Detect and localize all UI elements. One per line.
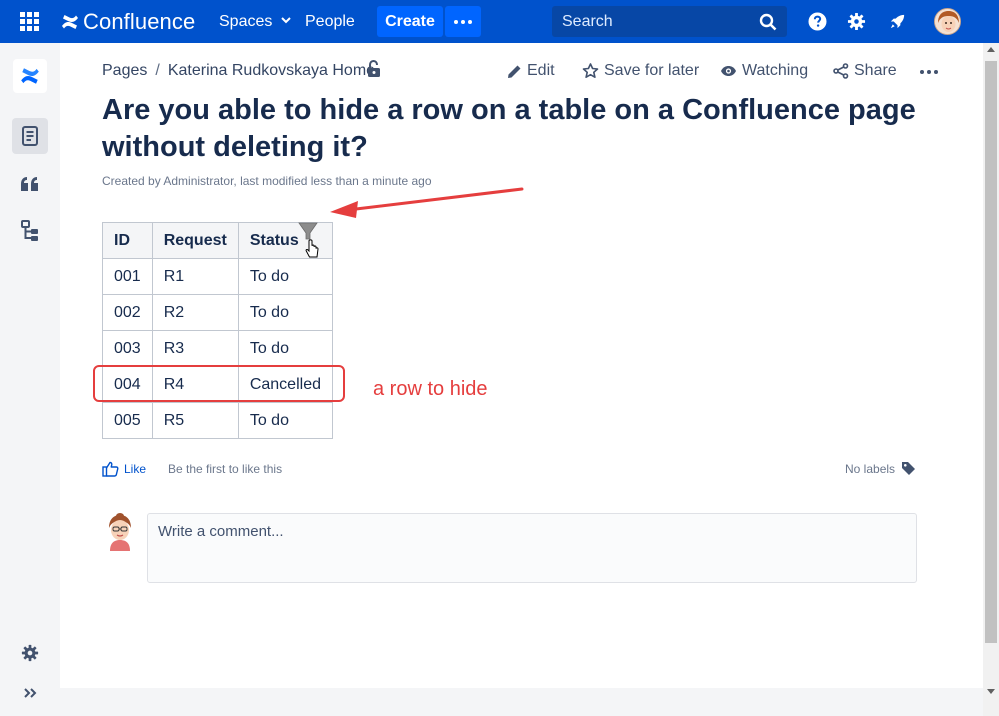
like-count-text: Be the first to like this <box>168 462 283 476</box>
page-content: Pages / Katerina Rudkovskaya Home Edit S… <box>60 43 983 688</box>
table-cell: R5 <box>151 402 239 439</box>
edit-label: Edit <box>527 62 555 79</box>
space-logo[interactable] <box>13 59 47 93</box>
create-more-button[interactable] <box>445 6 481 37</box>
table-cell: 002 <box>102 294 153 331</box>
star-icon <box>582 63 599 78</box>
annotation-arrow-icon <box>330 187 524 218</box>
table-cell: To do <box>237 330 333 367</box>
breadcrumb-separator: / <box>155 62 160 79</box>
table-cell: To do <box>237 294 333 331</box>
search-icon <box>759 13 777 31</box>
table-cell: To do <box>237 258 333 295</box>
user-avatar[interactable] <box>934 8 961 35</box>
table-cell: R3 <box>151 330 239 367</box>
sidebar-item-blog[interactable] <box>12 166 48 202</box>
table-header-id[interactable]: ID <box>102 222 153 259</box>
pages-icon <box>22 126 38 146</box>
nav-spaces-label: Spaces <box>219 13 273 30</box>
table-row: 005 R5 To do <box>102 402 333 439</box>
table-row: 003 R3 To do <box>102 330 333 367</box>
gear-icon <box>21 644 39 662</box>
more-actions-button[interactable] <box>920 70 941 74</box>
double-chevron-right-icon <box>24 688 37 698</box>
hierarchy-icon <box>21 220 38 241</box>
pencil-icon <box>508 65 521 78</box>
nav-people[interactable]: People <box>305 13 355 31</box>
unlock-icon[interactable] <box>366 60 382 78</box>
like-button[interactable]: Like <box>124 462 146 476</box>
filter-icon[interactable] <box>298 221 320 261</box>
save-label: Save for later <box>604 62 700 79</box>
avatar-face-icon <box>935 9 960 34</box>
sidebar <box>0 43 60 716</box>
table-row: 001 R1 To do <box>102 258 333 295</box>
logo-text: Confluence <box>83 9 196 34</box>
labels-text: No labels <box>845 461 896 476</box>
scroll-down-icon[interactable] <box>987 689 995 694</box>
table-cell: 003 <box>102 330 153 367</box>
labels-section: No labels <box>845 461 916 476</box>
sidebar-item-settings[interactable] <box>12 635 48 671</box>
page-scrollbar[interactable] <box>983 43 999 716</box>
table-cell: To do <box>237 402 333 439</box>
table-row: 002 R2 To do <box>102 294 333 331</box>
confluence-logo-icon <box>62 15 78 29</box>
breadcrumb-pages[interactable]: Pages <box>102 62 147 80</box>
scrollbar-thumb[interactable] <box>985 61 997 643</box>
comment-avatar <box>109 513 131 551</box>
like-section: Like Be the first to like this <box>102 461 282 477</box>
sidebar-item-hierarchy[interactable] <box>12 213 48 249</box>
sidebar-item-pages[interactable] <box>12 118 48 154</box>
create-button[interactable]: Create <box>377 6 443 37</box>
watching-label: Watching <box>742 62 809 79</box>
share-button[interactable]: Share <box>833 62 897 80</box>
breadcrumb: Pages / Katerina Rudkovskaya Home <box>102 62 375 80</box>
breadcrumb-home[interactable]: Katerina Rudkovskaya Home <box>168 62 375 80</box>
watching-button[interactable]: Watching <box>720 62 808 80</box>
notifications-rocket-icon[interactable] <box>888 12 907 31</box>
quote-icon <box>21 177 38 191</box>
eye-icon <box>721 66 736 76</box>
sidebar-expand-button[interactable] <box>12 675 48 711</box>
table-cell: R2 <box>151 294 239 331</box>
save-for-later-button[interactable]: Save for later <box>582 62 699 80</box>
search-placeholder: Search <box>562 13 613 30</box>
confluence-logo[interactable]: Confluence <box>60 9 195 35</box>
chevron-down-icon <box>281 17 291 24</box>
annotation-note: a row to hide <box>373 378 488 400</box>
scroll-up-icon[interactable] <box>987 47 995 52</box>
table-cell: R1 <box>151 258 239 295</box>
edit-button[interactable]: Edit <box>507 62 555 80</box>
thumbs-up-icon[interactable] <box>102 461 119 477</box>
table-header-request[interactable]: Request <box>151 222 239 259</box>
confluence-space-icon <box>21 68 39 84</box>
share-icon <box>833 63 849 79</box>
settings-gear-icon[interactable] <box>847 12 866 31</box>
top-navigation: Confluence Spaces People Create Search <box>0 0 999 43</box>
app-switcher-icon[interactable] <box>20 12 39 31</box>
comment-input[interactable]: Write a comment... <box>147 513 917 583</box>
row-highlight-annotation <box>93 365 345 402</box>
table-cell: 001 <box>102 258 153 295</box>
nav-spaces[interactable]: Spaces <box>219 13 291 31</box>
tag-icon[interactable] <box>901 461 916 476</box>
share-label: Share <box>854 62 897 79</box>
page-title: Are you able to hide a row on a table on… <box>102 94 916 163</box>
help-icon[interactable] <box>808 12 827 31</box>
comment-placeholder: Write a comment... <box>158 523 284 540</box>
table-cell: 005 <box>102 402 153 439</box>
search-input[interactable]: Search <box>552 6 787 37</box>
